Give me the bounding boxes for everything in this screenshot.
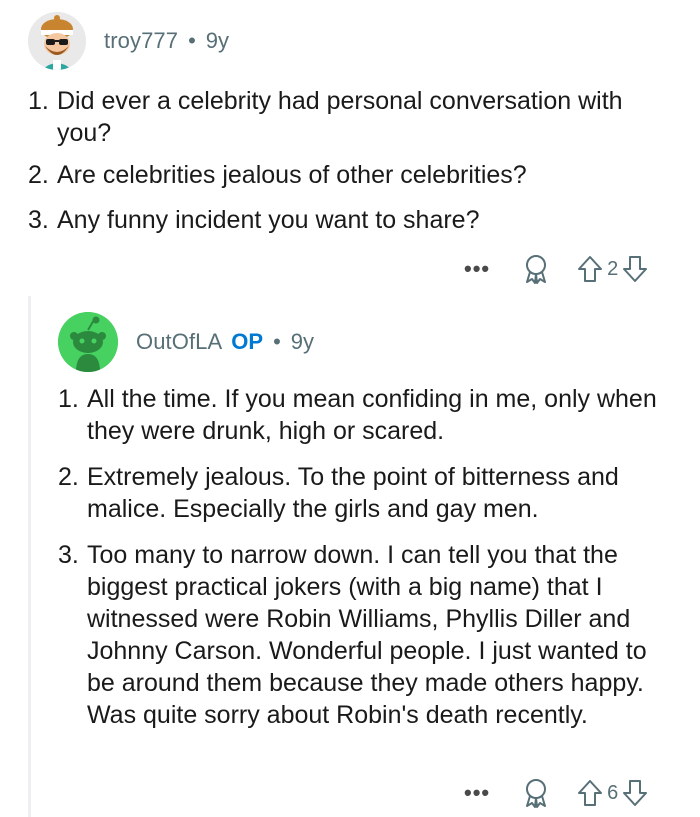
username[interactable]: OutOfLA (136, 329, 222, 355)
user-avatar[interactable] (28, 12, 86, 70)
meta-separator: • (188, 28, 196, 53)
op-badge: OP (231, 329, 264, 354)
more-options-icon[interactable]: ••• (464, 782, 490, 804)
list-number: 2. (58, 463, 79, 491)
upvote-arrow-icon[interactable] (577, 255, 603, 283)
award-icon[interactable] (522, 778, 550, 808)
list-item: 3. Too many to narrow down. I can tell y… (58, 539, 680, 731)
list-item: 3. Any funny incident you want to share? (28, 204, 668, 236)
comment-actions: ••• 2 (464, 254, 648, 284)
downvote-arrow-icon[interactable] (622, 255, 648, 283)
comment-body: 1. All the time. If you mean confiding i… (58, 383, 680, 731)
list-item: 2. Are celebrities jealous of other cele… (28, 159, 668, 204)
comment-actions: ••• 6 (464, 778, 648, 808)
list-item-text: Extremely jealous. To the point of bitte… (87, 463, 619, 523)
avatar-image (28, 12, 86, 70)
comment-header: OutOfLA OP • 9y (58, 312, 314, 372)
list-item: 1. All the time. If you mean confiding i… (58, 383, 680, 461)
comment-age: 9y (290, 329, 315, 354)
list-item-text: All the time. If you mean confiding in m… (87, 385, 657, 445)
award-icon[interactable] (522, 254, 550, 284)
more-options-icon[interactable]: ••• (464, 258, 490, 280)
list-number: 2. (28, 161, 49, 189)
list-number: 1. (58, 385, 79, 413)
comment-header: troy777 • 9y (28, 12, 229, 70)
username[interactable]: troy777 (104, 28, 178, 54)
comment-age: 9y (205, 28, 230, 53)
downvote-arrow-icon[interactable] (622, 779, 648, 807)
upvote-arrow-icon[interactable] (577, 779, 603, 807)
list-item-text: Any funny incident you want to share? (57, 206, 480, 234)
list-item-text: Too many to narrow down. I can tell you … (87, 541, 647, 729)
list-number: 3. (28, 206, 49, 234)
user-avatar[interactable] (58, 312, 118, 372)
list-number: 1. (28, 87, 49, 115)
list-item: 2. Extremely jealous. To the point of bi… (58, 461, 680, 539)
vote-count: 2 (607, 257, 619, 280)
meta-separator: • (273, 329, 281, 354)
vote-count: 6 (607, 781, 619, 804)
comment-body: 1. Did ever a celebrity had personal con… (28, 85, 668, 236)
thread-line[interactable] (28, 296, 31, 817)
snoo-avatar-icon (58, 312, 118, 372)
list-item-text: Did ever a celebrity had personal conver… (57, 87, 623, 147)
list-item: 1. Did ever a celebrity had personal con… (28, 85, 668, 159)
list-number: 3. (58, 541, 79, 569)
list-item-text: Are celebrities jealous of other celebri… (57, 161, 527, 189)
